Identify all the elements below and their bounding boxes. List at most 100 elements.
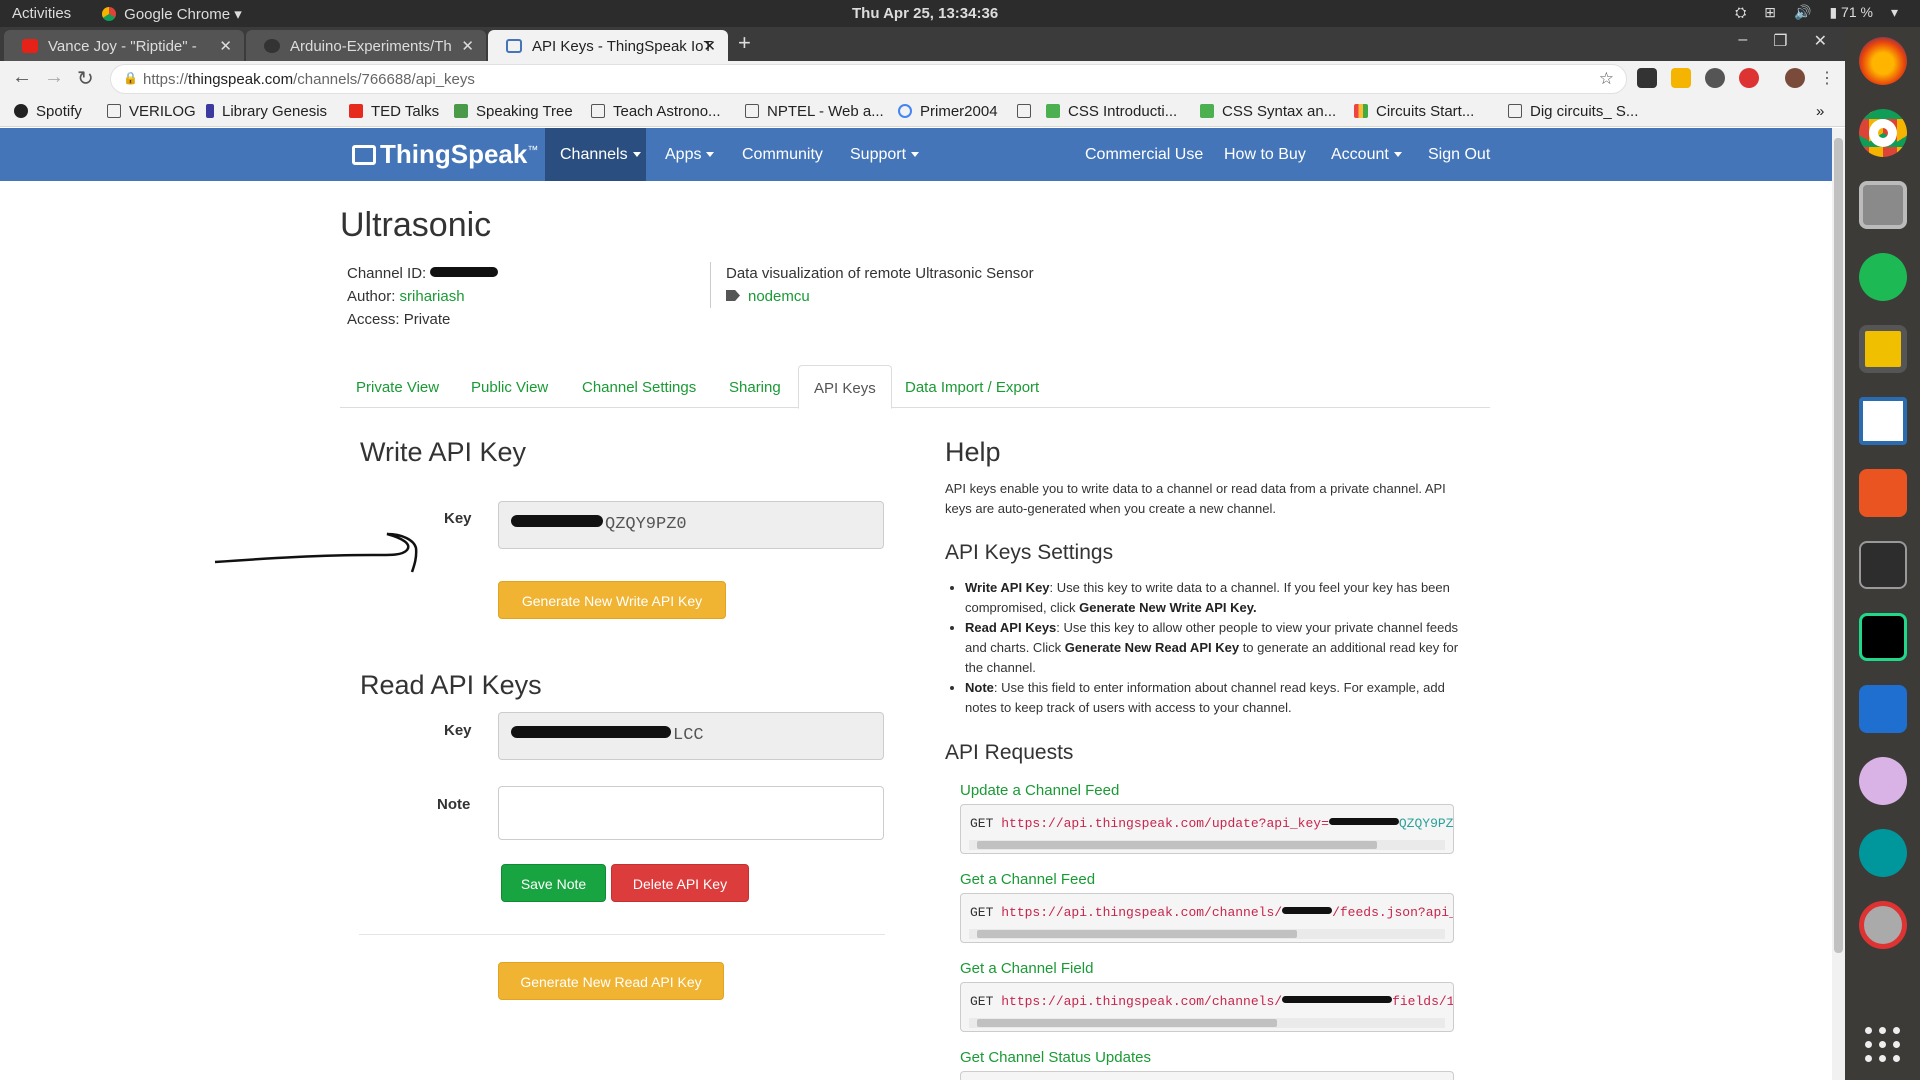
activities-button[interactable]: Activities [12,5,71,22]
toolbar: ← → ↻ 🔒 https://thingspeak.com/channels/… [0,61,1845,97]
browser-tab-thingspeak[interactable]: API Keys - ThingSpeak IoT ✕ [488,30,728,61]
rhythmbox-icon[interactable] [1859,325,1907,373]
tab-public-view[interactable]: Public View [471,379,548,396]
pycharm-icon[interactable] [1859,613,1907,661]
tab-channel-settings[interactable]: Channel Settings [582,379,696,396]
nav-account[interactable]: Account [1331,146,1402,164]
bookmark-folder[interactable] [1017,103,1039,120]
back-icon[interactable]: ← [12,66,32,89]
extension-icon[interactable] [1705,68,1725,88]
bookmark-nptel[interactable]: NPTEL - Web a... [745,103,884,120]
rss-extension-icon[interactable] [1637,68,1657,88]
author-link[interactable]: srihariash [400,288,465,305]
firefox-icon[interactable] [1859,37,1907,85]
bookmark-ted[interactable]: TED Talks [349,103,439,120]
bookmark-css-syntax[interactable]: CSS Syntax an... [1200,103,1336,120]
minimize-icon[interactable]: – [1738,31,1747,51]
new-tab-button[interactable]: + [738,30,751,56]
battery-indicator[interactable]: ▮ 71 % [1829,4,1873,21]
redaction-mark [511,515,603,527]
volume-icon[interactable]: 🔊 [1794,4,1811,21]
chrome-icon[interactable] [1859,109,1907,157]
tab-sharing[interactable]: Sharing [729,379,781,396]
app-menu[interactable]: Google Chrome ▾ [102,5,242,23]
terminal-icon[interactable] [1859,541,1907,589]
close-tab-icon[interactable]: ✕ [219,37,232,55]
read-api-key-field[interactable]: LCC [498,712,884,760]
bookmark-library-genesis[interactable]: Library Genesis [206,103,327,120]
extension-icon[interactable] [1671,68,1691,88]
request-status-updates-link[interactable]: Get Channel Status Updates [960,1049,1151,1066]
redaction-mark [1328,818,1399,825]
restore-icon[interactable]: ❐ [1773,31,1787,51]
nav-support[interactable]: Support [850,146,919,164]
spotify-icon[interactable] [1859,253,1907,301]
save-note-button[interactable]: Save Note [501,864,606,902]
reload-icon[interactable]: ↻ [77,66,94,91]
bookmark-spotify[interactable]: Spotify [14,103,82,120]
request-get-feed-code[interactable]: GET https://api.thingspeak.com/channels/… [960,893,1454,943]
note-textarea[interactable] [498,786,884,840]
code-scrollbar[interactable] [969,929,1445,939]
request-get-field-code[interactable]: GET https://api.thingspeak.com/channels/… [960,982,1454,1032]
browser-tab-github[interactable]: Arduino-Experiments/Th ✕ [246,30,486,61]
tab-api-keys[interactable]: API Keys [798,365,892,409]
request-update-feed-link[interactable]: Update a Channel Feed [960,782,1119,799]
bookmark-star-icon[interactable]: ☆ [1599,69,1614,89]
network-icon[interactable]: ⊞ [1764,4,1776,21]
bookmark-speaking-tree[interactable]: Speaking Tree [454,103,573,120]
close-window-icon[interactable]: ✕ [1814,31,1827,51]
thingspeak-logo[interactable]: ThingSpeak™ [352,139,538,170]
bookmark-dig-circuits[interactable]: Dig circuits_ S... [1508,103,1638,120]
downloader-icon[interactable] [1859,685,1907,733]
bookmark-primer[interactable]: Primer2004 [898,103,998,120]
channel-id: Channel ID: [347,265,499,282]
nav-community[interactable]: Community [742,146,823,164]
nav-channels[interactable]: Channels [560,146,641,164]
code-scrollbar[interactable] [969,840,1445,850]
pidgin-icon[interactable] [1859,757,1907,805]
address-bar[interactable]: 🔒 https://thingspeak.com/channels/766688… [110,64,1627,94]
nav-sign-out[interactable]: Sign Out [1428,146,1490,164]
power-menu-icon[interactable]: ▾ [1891,4,1898,21]
bookmark-css-intro[interactable]: CSS Introducti... [1046,103,1177,120]
menu-icon[interactable]: ⋮ [1819,68,1835,88]
browser-tab-youtube[interactable]: Vance Joy - "Riptide" - ✕ [4,30,244,61]
nav-apps[interactable]: Apps [665,146,714,164]
arduino-icon[interactable] [1859,829,1907,877]
delete-api-key-button[interactable]: Delete API Key [611,864,749,902]
bookmarks-overflow-icon[interactable]: » [1816,103,1824,120]
accessibility-icon[interactable]: ⛭ [1735,4,1746,21]
bookmark-astronomy[interactable]: Teach Astrono... [591,103,721,120]
profile-avatar[interactable] [1785,68,1805,88]
nav-commercial-use[interactable]: Commercial Use [1085,146,1203,164]
files-icon[interactable] [1859,181,1907,229]
close-tab-icon[interactable]: ✕ [703,37,716,55]
tab-private-view[interactable]: Private View [356,379,439,396]
bookmark-circuits[interactable]: Circuits Start... [1354,103,1474,120]
system-settings-icon[interactable] [1859,901,1907,949]
request-get-feed-link[interactable]: Get a Channel Feed [960,871,1095,888]
forward-icon[interactable]: → [44,66,64,89]
generate-write-key-button[interactable]: Generate New Write API Key [498,581,726,619]
channel-tags: nodemcu [726,288,810,305]
tab-data-import-export[interactable]: Data Import / Export [905,379,1039,396]
close-tab-icon[interactable]: ✕ [461,37,474,55]
tag-icon [726,290,740,301]
request-update-feed-code[interactable]: GET https://api.thingspeak.com/update?ap… [960,804,1454,854]
help-intro: API keys enable you to write data to a c… [945,481,1446,516]
request-get-field-link[interactable]: Get a Channel Field [960,960,1093,977]
writer-icon[interactable] [1859,397,1907,445]
extension-icon[interactable] [1739,68,1759,88]
tag-nodemcu[interactable]: nodemcu [748,288,810,305]
code-scrollbar[interactable] [969,1018,1445,1028]
page-scrollbar[interactable] [1832,128,1845,1080]
software-center-icon[interactable] [1859,469,1907,517]
write-api-key-field[interactable]: QZQY9PZ0 [498,501,884,549]
generate-read-key-button[interactable]: Generate New Read API Key [498,962,724,1000]
show-applications-icon[interactable] [1865,1027,1901,1063]
nav-how-to-buy[interactable]: How to Buy [1224,146,1306,164]
system-tray[interactable]: ⛭ ⊞ 🔊 ▮ 71 % ▾ [1735,4,1898,21]
clock[interactable]: Thu Apr 25, 13:34:36 [852,5,998,22]
bookmark-verilog[interactable]: VERILOG [107,103,196,120]
